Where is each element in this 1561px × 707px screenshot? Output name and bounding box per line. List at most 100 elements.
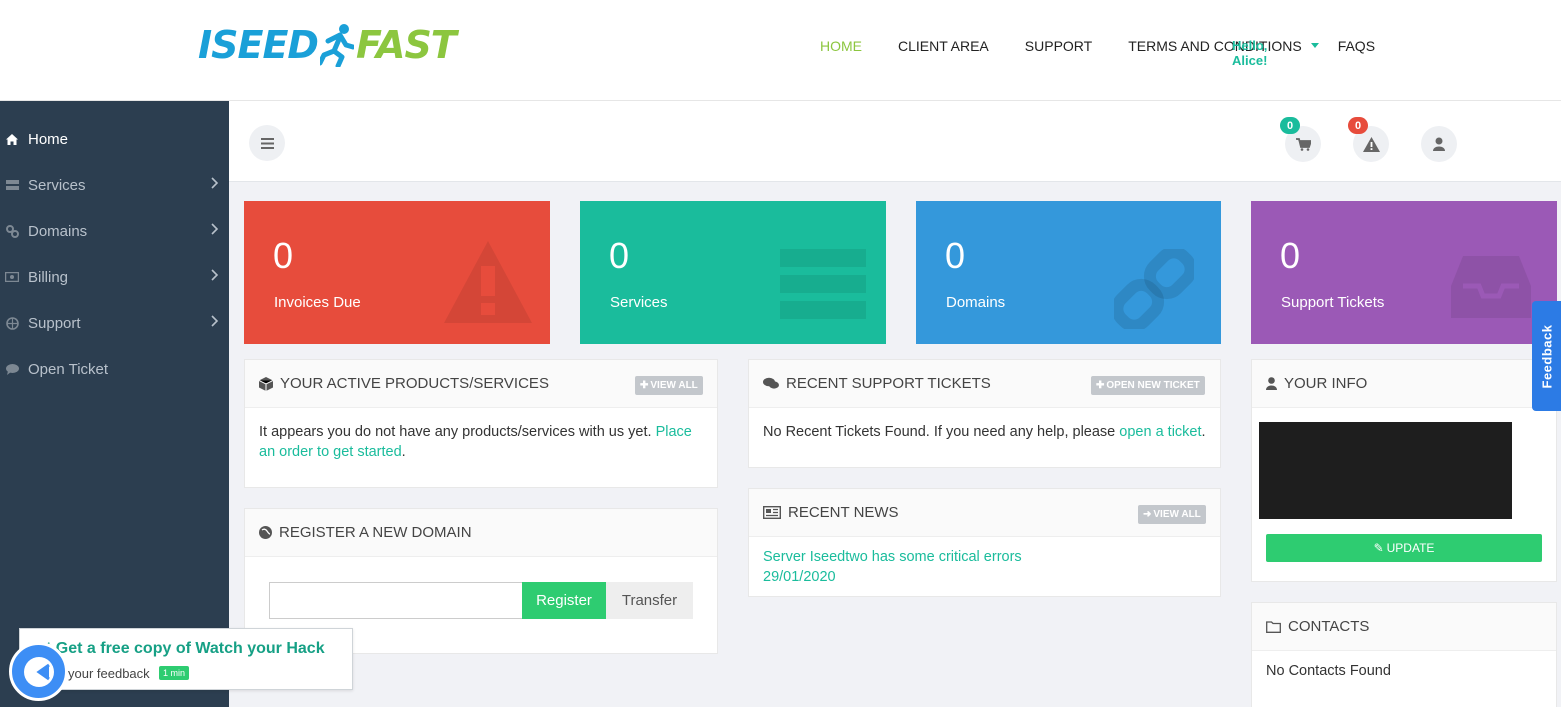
products-panel: YOUR ACTIVE PRODUCTS/SERVICES ✚ VIEW ALL … <box>244 359 718 488</box>
feedback-tab[interactable]: Feedback <box>1532 301 1561 411</box>
contacts-panel: CONTACTS No Contacts Found <box>1251 602 1557 707</box>
register-button[interactable]: Register <box>522 582 606 619</box>
user-icon <box>1433 137 1445 151</box>
chevron-right-icon <box>211 223 219 235</box>
panel-body: No Recent Tickets Found. If you need any… <box>749 408 1220 456</box>
promo-popup[interactable]: t Get a free copy of Watch your Hack you… <box>19 628 353 690</box>
panel-title: RECENT SUPPORT TICKETS <box>786 375 991 392</box>
menu-toggle-button[interactable] <box>249 125 285 161</box>
hamburger-icon <box>260 137 274 149</box>
chevron-right-icon <box>211 315 219 327</box>
support-tickets-panel: RECENT SUPPORT TICKETS ✚ OPEN NEW TICKET … <box>748 359 1221 468</box>
news-item-date: 29/01/2020 <box>763 569 836 585</box>
top-navigation: HOME CLIENT AREA SUPPORT TERMS AND CONDI… <box>820 38 1411 54</box>
alerts-count-badge: 0 <box>1348 117 1368 134</box>
panel-body: No Contacts Found <box>1252 651 1556 695</box>
warning-icon <box>1362 136 1380 152</box>
tile-services[interactable]: 0 Services <box>580 201 886 344</box>
view-all-products-button[interactable]: ✚ VIEW ALL <box>635 376 703 395</box>
news-item-title[interactable]: Server Iseedtwo has some critical errors <box>763 547 1206 567</box>
nav-client-area[interactable]: CLIENT AREA <box>898 38 989 54</box>
sidebar-item-label: Support <box>28 314 81 332</box>
tile-label: Domains <box>946 294 1006 311</box>
sidebar-item-billing[interactable]: Billing <box>0 254 229 300</box>
recent-news-panel: RECENT NEWS ➜ VIEW ALL Server Iseedtwo ha… <box>748 488 1221 597</box>
panel-header: REGISTER A NEW DOMAIN <box>245 509 717 557</box>
caret-down-icon <box>1311 43 1319 48</box>
logo-text-part1: ISEED <box>198 23 319 67</box>
folder-icon <box>1266 620 1281 633</box>
sidebar-item-domains[interactable]: Domains <box>0 208 229 254</box>
nav-support[interactable]: SUPPORT <box>1025 38 1092 54</box>
sidebar: Home Services Domains Billing Support Op… <box>0 101 229 707</box>
redacted-info-block <box>1259 422 1512 519</box>
open-new-ticket-button[interactable]: ✚ OPEN NEW TICKET <box>1091 376 1205 395</box>
sidebar-item-label: Services <box>28 176 86 194</box>
nav-faqs[interactable]: FAQS <box>1338 38 1375 54</box>
panel-title: REGISTER A NEW DOMAIN <box>279 524 472 541</box>
empty-contacts-text: No Contacts Found <box>1266 663 1391 679</box>
button-label: VIEW ALL <box>650 380 698 391</box>
tile-value: 0 <box>609 235 630 276</box>
panel-header: YOUR INFO <box>1252 360 1556 408</box>
user-icon <box>1266 377 1277 390</box>
chevron-right-icon <box>211 177 219 189</box>
tile-label: Support Tickets <box>1281 294 1385 311</box>
text-suffix: . <box>401 444 406 460</box>
server-icon <box>0 180 28 190</box>
feedback-tab-label: Feedback <box>1539 324 1555 388</box>
newspaper-icon <box>763 506 781 519</box>
runner-icon <box>319 24 354 67</box>
tile-domains[interactable]: 0 Domains <box>916 201 1221 344</box>
sidebar-item-support[interactable]: Support <box>0 300 229 346</box>
panel-title: CONTACTS <box>1288 618 1370 635</box>
user-avatar[interactable] <box>1421 126 1457 162</box>
top-header: ISEED FAST HOME CLIENT AREA SUPPORT TERM… <box>0 0 1561 101</box>
tile-label: Services <box>610 294 668 311</box>
money-icon <box>0 272 28 282</box>
promo-launcher-button[interactable] <box>9 642 68 701</box>
comments-icon <box>763 377 779 390</box>
button-label: OPEN NEW TICKET <box>1106 380 1200 391</box>
cart-icon <box>1295 137 1311 151</box>
tile-value: 0 <box>273 235 294 276</box>
promo-subtitle: your feedback <box>68 666 150 681</box>
arrow-right-icon: ➜ <box>1143 509 1152 520</box>
tile-value: 0 <box>1280 235 1301 276</box>
pencil-icon: ✎ <box>1373 541 1384 555</box>
view-all-news-button[interactable]: ➜ VIEW ALL <box>1138 505 1206 524</box>
tile-label: Invoices Due <box>274 294 361 311</box>
panel-header: CONTACTS <box>1252 603 1556 651</box>
domain-search-input[interactable] <box>269 582 523 619</box>
tile-support-tickets[interactable]: 0 Support Tickets <box>1251 201 1557 344</box>
panel-title: YOUR ACTIVE PRODUCTS/SERVICES <box>280 375 549 392</box>
update-info-button[interactable]: ✎ UPDATE <box>1266 534 1542 562</box>
nav-terms[interactable]: TERMS AND CONDITIONS <box>1128 38 1301 54</box>
user-greeting[interactable]: Hello, Alice! <box>1232 38 1267 68</box>
panel-title: RECENT NEWS <box>788 504 899 521</box>
logo[interactable]: ISEED FAST <box>198 22 457 68</box>
server-icon <box>780 249 866 319</box>
button-label: VIEW ALL <box>1153 509 1201 520</box>
link-icon <box>0 224 28 238</box>
sidebar-item-home[interactable]: Home <box>0 116 229 162</box>
panel-body: It appears you do not have any products/… <box>245 408 717 476</box>
panel-body: Server Iseedtwo has some critical errors… <box>749 537 1220 601</box>
warning-icon <box>444 241 532 323</box>
sidebar-item-open-ticket[interactable]: Open Ticket <box>0 346 229 392</box>
cube-icon <box>259 376 273 391</box>
sidebar-item-services[interactable]: Services <box>0 162 229 208</box>
transfer-button[interactable]: Transfer <box>606 582 693 619</box>
open-ticket-link[interactable]: open a ticket <box>1119 424 1201 440</box>
comment-icon <box>0 363 28 375</box>
panel-title: YOUR INFO <box>1284 375 1368 392</box>
sidebar-item-label: Billing <box>28 268 69 286</box>
home-icon <box>0 133 28 145</box>
logo-text-part2: FAST <box>355 23 457 67</box>
cart-count-badge: 0 <box>1280 117 1300 134</box>
nav-home[interactable]: HOME <box>820 38 862 54</box>
tile-value: 0 <box>945 235 966 276</box>
sidebar-item-label: Open Ticket <box>28 360 109 378</box>
promo-duration-badge: 1 min <box>159 666 190 680</box>
tile-invoices-due[interactable]: 0 Invoices Due <box>244 201 550 344</box>
